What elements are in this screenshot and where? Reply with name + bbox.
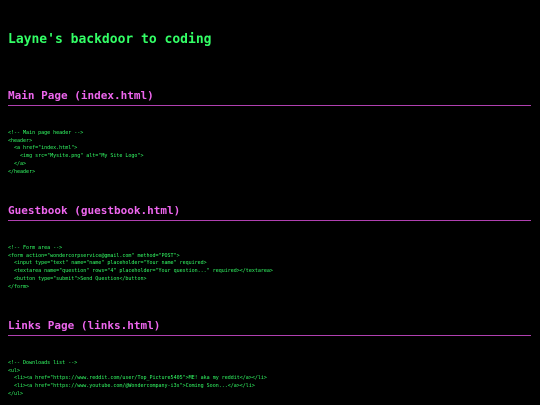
section-links-page: Links Page (links.html) <!-- Downloads l… <box>8 319 531 399</box>
section-guestbook: Guestbook (guestbook.html) <!-- Form are… <box>8 204 531 291</box>
code-block-main-page: <!-- Main page header --> <header> <a hr… <box>8 130 144 175</box>
section-heading-guestbook: Guestbook (guestbook.html) <box>8 204 531 221</box>
section-heading-main-page: Main Page (index.html) <box>8 89 531 106</box>
page-title: Layne's backdoor to coding <box>8 32 212 47</box>
section-heading-links-page: Links Page (links.html) <box>8 319 531 336</box>
code-block-guestbook: <!-- Form area --> <form action="wonderc… <box>8 245 273 290</box>
code-block-links-page: <!-- Downloads list --> <ul> <li><a href… <box>8 360 267 397</box>
section-main-page: Main Page (index.html) <!-- Main page he… <box>8 89 531 176</box>
